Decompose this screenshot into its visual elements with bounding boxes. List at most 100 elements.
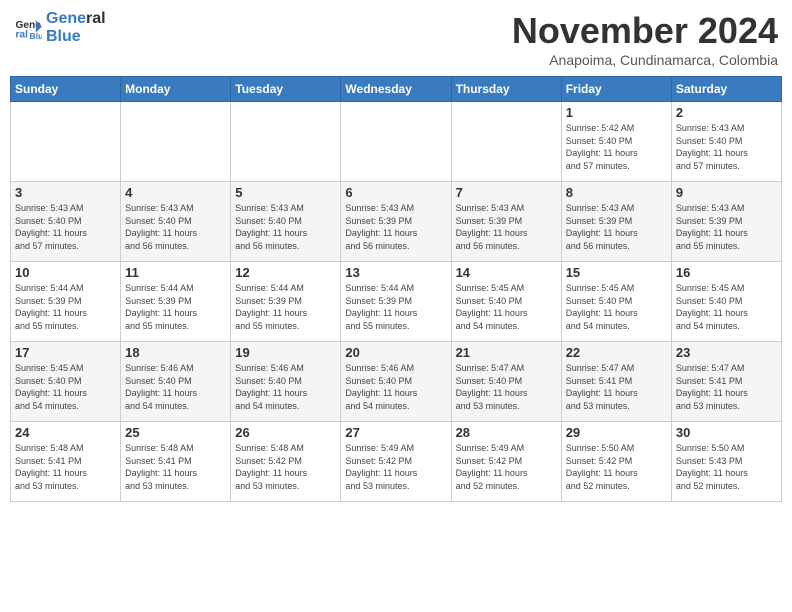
calendar-cell: 19 Sunrise: 5:46 AM Sunset: 5:40 PM Dayli… bbox=[231, 342, 341, 422]
day-info: Sunrise: 5:43 AM Sunset: 5:39 PM Dayligh… bbox=[566, 202, 667, 252]
day-number: 23 bbox=[676, 345, 777, 360]
day-number: 18 bbox=[125, 345, 226, 360]
weekday-header-wednesday: Wednesday bbox=[341, 77, 451, 102]
calendar-cell: 24 Sunrise: 5:48 AM Sunset: 5:41 PM Dayli… bbox=[11, 422, 121, 502]
calendar-cell: 13 Sunrise: 5:44 AM Sunset: 5:39 PM Dayli… bbox=[341, 262, 451, 342]
day-info: Sunrise: 5:46 AM Sunset: 5:40 PM Dayligh… bbox=[235, 362, 336, 412]
calendar-cell: 5Sunrise: 5:43 AM Sunset: 5:40 PM Daylig… bbox=[231, 182, 341, 262]
calendar-cell: 8 Sunrise: 5:43 AM Sunset: 5:39 PM Daylig… bbox=[561, 182, 671, 262]
calendar-cell: 1 Sunrise: 5:42 AM Sunset: 5:40 PM Daylig… bbox=[561, 102, 671, 182]
calendar-cell: 18 Sunrise: 5:46 AM Sunset: 5:40 PM Dayli… bbox=[121, 342, 231, 422]
day-info: Sunrise: 5:49 AM Sunset: 5:42 PM Dayligh… bbox=[456, 442, 557, 492]
day-number: 19 bbox=[235, 345, 336, 360]
calendar-cell: 16 Sunrise: 5:45 AM Sunset: 5:40 PM Dayli… bbox=[671, 262, 781, 342]
month-title: November 2024 bbox=[512, 10, 778, 52]
calendar-cell: 23 Sunrise: 5:47 AM Sunset: 5:41 PM Dayli… bbox=[671, 342, 781, 422]
calendar-cell: 27 Sunrise: 5:49 AM Sunset: 5:42 PM Dayli… bbox=[341, 422, 451, 502]
calendar-cell: 10Sunrise: 5:44 AM Sunset: 5:39 PM Dayli… bbox=[11, 262, 121, 342]
weekday-header-monday: Monday bbox=[121, 77, 231, 102]
calendar-cell: 20 Sunrise: 5:46 AM Sunset: 5:40 PM Dayli… bbox=[341, 342, 451, 422]
calendar-cell: 3 Sunrise: 5:43 AM Sunset: 5:40 PM Daylig… bbox=[11, 182, 121, 262]
day-number: 21 bbox=[456, 345, 557, 360]
calendar-cell: 11 Sunrise: 5:44 AM Sunset: 5:39 PM Dayli… bbox=[121, 262, 231, 342]
day-number: 2 bbox=[676, 105, 777, 120]
day-info: Sunrise: 5:46 AM Sunset: 5:40 PM Dayligh… bbox=[125, 362, 226, 412]
day-info: Sunrise: 5:42 AM Sunset: 5:40 PM Dayligh… bbox=[566, 122, 667, 172]
day-number: 14 bbox=[456, 265, 557, 280]
calendar-table: SundayMondayTuesdayWednesdayThursdayFrid… bbox=[10, 76, 782, 502]
day-number: 30 bbox=[676, 425, 777, 440]
calendar-cell bbox=[451, 102, 561, 182]
calendar-cell: 29Sunrise: 5:50 AM Sunset: 5:42 PM Dayli… bbox=[561, 422, 671, 502]
weekday-header-thursday: Thursday bbox=[451, 77, 561, 102]
day-info: Sunrise: 5:43 AM Sunset: 5:40 PM Dayligh… bbox=[125, 202, 226, 252]
calendar-week-4: 24 Sunrise: 5:48 AM Sunset: 5:41 PM Dayli… bbox=[11, 422, 782, 502]
svg-text:Blue: Blue bbox=[30, 30, 42, 40]
day-info: Sunrise: 5:49 AM Sunset: 5:42 PM Dayligh… bbox=[345, 442, 446, 492]
day-number: 22 bbox=[566, 345, 667, 360]
day-info: Sunrise: 5:48 AM Sunset: 5:42 PM Dayligh… bbox=[235, 442, 336, 492]
day-info: Sunrise: 5:44 AM Sunset: 5:39 PM Dayligh… bbox=[125, 282, 226, 332]
day-info: Sunrise: 5:43 AM Sunset: 5:40 PM Dayligh… bbox=[235, 202, 336, 252]
day-info: Sunrise: 5:45 AM Sunset: 5:40 PM Dayligh… bbox=[456, 282, 557, 332]
day-info: Sunrise: 5:43 AM Sunset: 5:39 PM Dayligh… bbox=[345, 202, 446, 252]
day-info: Sunrise: 5:50 AM Sunset: 5:42 PM Dayligh… bbox=[566, 442, 667, 492]
day-number: 13 bbox=[345, 265, 446, 280]
day-info: Sunrise: 5:43 AM Sunset: 5:39 PM Dayligh… bbox=[676, 202, 777, 252]
day-info: Sunrise: 5:47 AM Sunset: 5:41 PM Dayligh… bbox=[676, 362, 777, 412]
day-info: Sunrise: 5:46 AM Sunset: 5:40 PM Dayligh… bbox=[345, 362, 446, 412]
calendar-cell: 9 Sunrise: 5:43 AM Sunset: 5:39 PM Daylig… bbox=[671, 182, 781, 262]
day-number: 20 bbox=[345, 345, 446, 360]
day-number: 16 bbox=[676, 265, 777, 280]
weekday-header-tuesday: Tuesday bbox=[231, 77, 341, 102]
svg-text:ral: ral bbox=[16, 29, 29, 40]
day-number: 24 bbox=[15, 425, 116, 440]
day-number: 25 bbox=[125, 425, 226, 440]
logo-icon: Gene ral Blue bbox=[14, 14, 42, 42]
calendar-cell: 6Sunrise: 5:43 AM Sunset: 5:39 PM Daylig… bbox=[341, 182, 451, 262]
day-number: 11 bbox=[125, 265, 226, 280]
day-number: 4 bbox=[125, 185, 226, 200]
calendar-cell bbox=[231, 102, 341, 182]
day-number: 15 bbox=[566, 265, 667, 280]
day-number: 1 bbox=[566, 105, 667, 120]
calendar-cell bbox=[121, 102, 231, 182]
day-info: Sunrise: 5:45 AM Sunset: 5:40 PM Dayligh… bbox=[676, 282, 777, 332]
calendar-week-3: 17 Sunrise: 5:45 AM Sunset: 5:40 PM Dayli… bbox=[11, 342, 782, 422]
calendar-cell: 2 Sunrise: 5:43 AM Sunset: 5:40 PM Daylig… bbox=[671, 102, 781, 182]
calendar-cell: 14 Sunrise: 5:45 AM Sunset: 5:40 PM Dayli… bbox=[451, 262, 561, 342]
calendar-cell: 25 Sunrise: 5:48 AM Sunset: 5:41 PM Dayli… bbox=[121, 422, 231, 502]
day-info: Sunrise: 5:48 AM Sunset: 5:41 PM Dayligh… bbox=[15, 442, 116, 492]
day-info: Sunrise: 5:43 AM Sunset: 5:40 PM Dayligh… bbox=[15, 202, 116, 252]
calendar-week-2: 10Sunrise: 5:44 AM Sunset: 5:39 PM Dayli… bbox=[11, 262, 782, 342]
calendar-cell bbox=[341, 102, 451, 182]
logo-text: GeneralBlue bbox=[46, 10, 106, 45]
day-number: 27 bbox=[345, 425, 446, 440]
day-number: 26 bbox=[235, 425, 336, 440]
day-info: Sunrise: 5:44 AM Sunset: 5:39 PM Dayligh… bbox=[15, 282, 116, 332]
day-number: 28 bbox=[456, 425, 557, 440]
day-info: Sunrise: 5:48 AM Sunset: 5:41 PM Dayligh… bbox=[125, 442, 226, 492]
weekday-header-saturday: Saturday bbox=[671, 77, 781, 102]
day-number: 9 bbox=[676, 185, 777, 200]
day-info: Sunrise: 5:50 AM Sunset: 5:43 PM Dayligh… bbox=[676, 442, 777, 492]
calendar-cell: 17 Sunrise: 5:45 AM Sunset: 5:40 PM Dayli… bbox=[11, 342, 121, 422]
location: Anapoima, Cundinamarca, Colombia bbox=[512, 52, 778, 68]
calendar-cell: 28 Sunrise: 5:49 AM Sunset: 5:42 PM Dayli… bbox=[451, 422, 561, 502]
day-number: 8 bbox=[566, 185, 667, 200]
calendar-cell: 26 Sunrise: 5:48 AM Sunset: 5:42 PM Dayli… bbox=[231, 422, 341, 502]
weekday-header-sunday: Sunday bbox=[11, 77, 121, 102]
day-number: 3 bbox=[15, 185, 116, 200]
day-info: Sunrise: 5:43 AM Sunset: 5:39 PM Dayligh… bbox=[456, 202, 557, 252]
day-info: Sunrise: 5:43 AM Sunset: 5:40 PM Dayligh… bbox=[676, 122, 777, 172]
day-number: 17 bbox=[15, 345, 116, 360]
day-info: Sunrise: 5:47 AM Sunset: 5:40 PM Dayligh… bbox=[456, 362, 557, 412]
day-number: 12 bbox=[235, 265, 336, 280]
calendar-cell: 15 Sunrise: 5:45 AM Sunset: 5:40 PM Dayli… bbox=[561, 262, 671, 342]
day-info: Sunrise: 5:45 AM Sunset: 5:40 PM Dayligh… bbox=[15, 362, 116, 412]
day-info: Sunrise: 5:45 AM Sunset: 5:40 PM Dayligh… bbox=[566, 282, 667, 332]
calendar-cell: 21 Sunrise: 5:47 AM Sunset: 5:40 PM Dayli… bbox=[451, 342, 561, 422]
logo: Gene ral Blue GeneralBlue bbox=[14, 10, 106, 45]
day-info: Sunrise: 5:44 AM Sunset: 5:39 PM Dayligh… bbox=[345, 282, 446, 332]
calendar-cell: 12Sunrise: 5:44 AM Sunset: 5:39 PM Dayli… bbox=[231, 262, 341, 342]
